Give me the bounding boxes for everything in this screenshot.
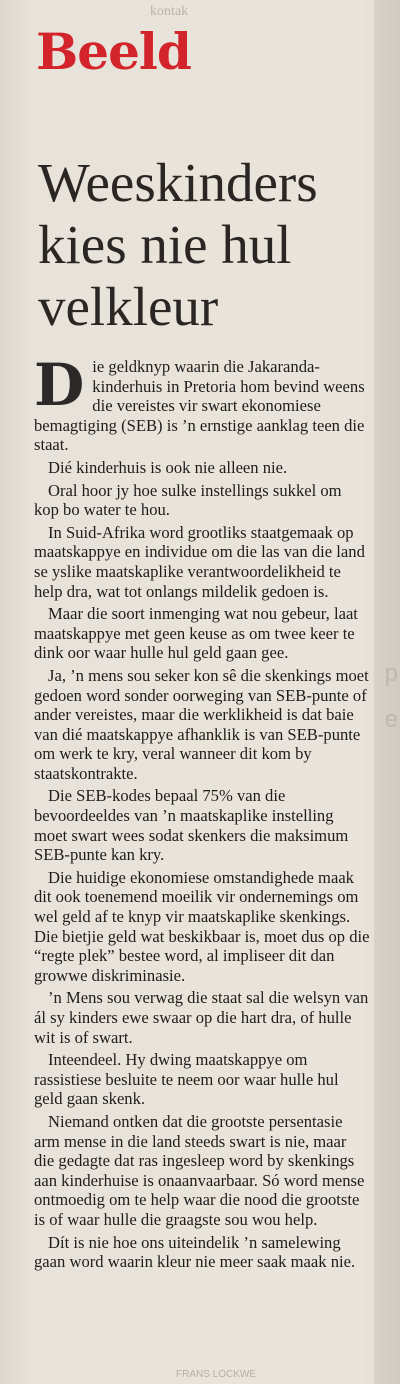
article-paragraph: Die SEB-kodes bepaal 75% van die bevoord… — [34, 786, 349, 865]
article-paragraph: ’n Mens sou verwag die staat sal die wel… — [34, 988, 369, 1047]
drop-cap: D — [34, 351, 85, 419]
headline-line: velkleur — [38, 276, 219, 337]
article-body: Die geldknyp waarin die Jakaranda-kinder… — [34, 351, 370, 1275]
adjacent-column-fragment: kontak — [150, 4, 189, 19]
article-paragraph: Die huidige ekonomiese omstandighede maa… — [34, 867, 370, 985]
headline: Weeskinders kies nie hul velkleur — [38, 152, 368, 338]
article-paragraph: Niemand ontken dat die grootste persenta… — [34, 1111, 365, 1229]
article-paragraph: Ja, ’n mens sou seker kon sê die skenkin… — [34, 665, 369, 783]
article-paragraph: Dít is nie hoe ons uiteindelik ’n samele… — [34, 1232, 356, 1272]
edge-glyph-decoration: e — [384, 706, 398, 733]
article-paragraph: In Suid-Afrika word grootliks staatgemaa… — [34, 522, 365, 601]
article-paragraph: Dié kinderhuis is ook nie alleen nie. — [48, 457, 288, 477]
article-paragraph: Die geldknyp waarin die Jakaranda-kinder… — [34, 351, 370, 455]
article-paragraph: Inteendeel. Hy dwing maatskappye om rass… — [34, 1050, 339, 1109]
article-paragraph: Oral hoor jy hoe sulke instellings sukke… — [34, 480, 342, 520]
adjacent-byline-fragment: FRANS LOCKWE — [176, 1369, 257, 1380]
section-label: Beeld — [36, 22, 192, 81]
edge-glyph-decoration: p — [384, 660, 398, 687]
headline-line: Weeskinders — [38, 152, 318, 213]
article-paragraph: Maar die soort inmenging wat nou gebeur,… — [34, 604, 358, 663]
headline-line: kies nie hul — [38, 214, 292, 275]
newspaper-clipping: kontak p e Beeld Weeskinders kies nie hu… — [0, 0, 400, 1384]
adjacent-page-edge: p e — [374, 0, 400, 1384]
